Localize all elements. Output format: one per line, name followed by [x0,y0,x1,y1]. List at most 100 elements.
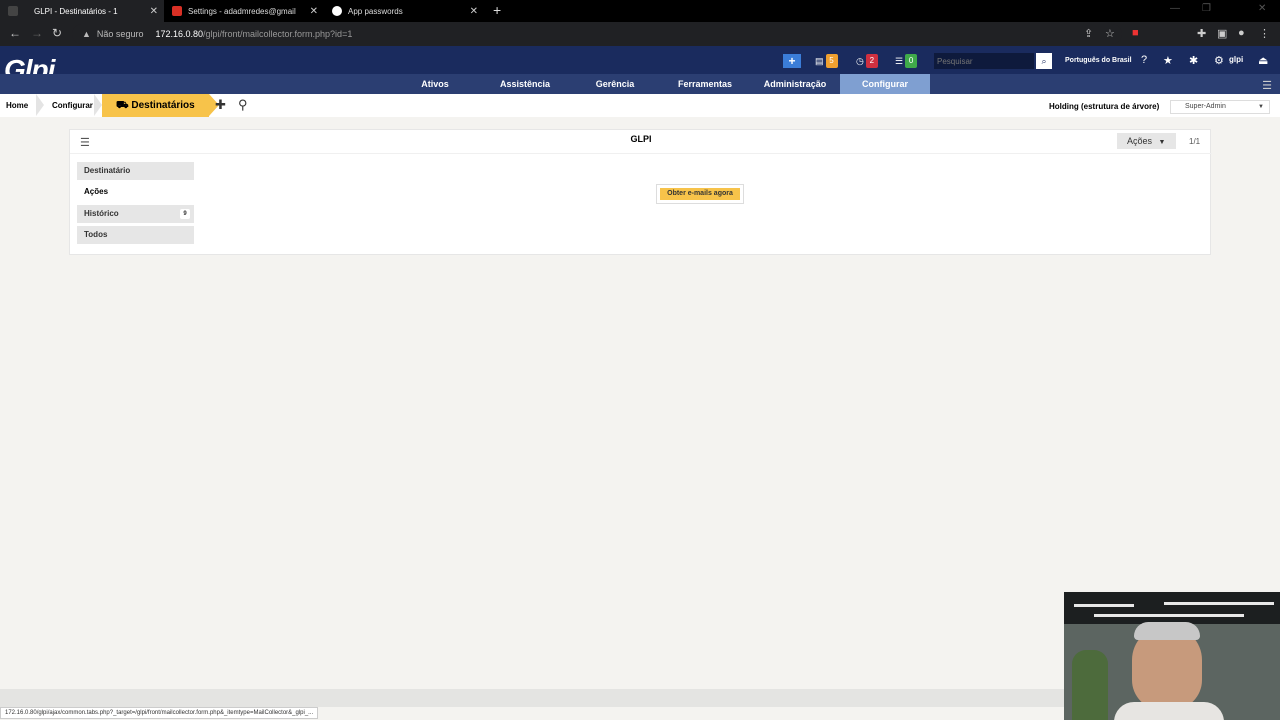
url-field[interactable]: ▲ Não seguro 172.16.0.80 /glpi/front/mai… [72,24,1122,44]
search-input[interactable] [934,53,1034,69]
tab-historico[interactable]: Histórico 9 [77,205,194,223]
webcam-overlay [1064,592,1280,720]
help-icon[interactable]: ? [1141,54,1147,66]
count-badge: 9 [180,209,190,219]
breadcrumb-home[interactable]: Home [6,94,28,117]
profile-avatar[interactable]: ● [1238,27,1245,39]
menu-gerencia[interactable]: Gerência [580,74,650,94]
webcam-presenter-shirt [1114,702,1224,720]
gmail-favicon-icon [172,6,182,16]
list-icon: ☰ [895,55,904,66]
menu-ferramentas[interactable]: Ferramentas [670,74,740,94]
url-host: 172.16.0.80 [155,29,203,39]
url-path: /glpi/front/mailcollector.form.php?id=1 [203,29,353,39]
item-panel: ☰ GLPI Ações ▼ 1/1 Destinatário Ações Hi… [69,129,1212,255]
panel-header: ☰ GLPI Ações ▼ 1/1 [70,130,1212,154]
close-icon[interactable]: ✕ [310,6,318,17]
reload-icon[interactable]: ↻ [52,26,62,40]
page-title: GLPI [630,134,652,144]
breadcrumb-separator [94,94,102,116]
actions-button[interactable]: Ações ▼ [1117,133,1176,149]
favorites-star-icon[interactable]: ★ [1163,54,1173,67]
close-icon[interactable]: ✕ [150,6,158,17]
badge-group-2[interactable]: ◷ 2 [856,53,878,69]
fetch-emails-button[interactable]: Obter e-mails agora [656,184,744,204]
count-badge: 0 [905,54,918,68]
tab-title: App passwords [348,6,403,16]
webcam-ceiling [1064,592,1280,624]
bookmark-star-icon[interactable]: ☆ [1105,27,1115,40]
browser-tab-bar: GLPI - Destinatários - 1 ✕ Settings - ad… [0,0,1280,22]
folder-icon: ▤ [815,55,824,66]
new-tab-icon[interactable]: + [493,2,501,18]
close-icon[interactable]: ✕ [470,6,478,17]
tab-app-passwords[interactable]: App passwords ✕ [324,0,484,22]
menu-configurar[interactable]: Configurar [840,74,930,94]
hamburger-icon[interactable]: ☰ [1262,79,1272,92]
bug-icon[interactable]: ✱ [1189,54,1198,67]
user-name[interactable]: glpi [1229,55,1243,64]
search-icon[interactable]: ⌕ [1036,53,1052,69]
tab-label: Destinatário [84,166,131,175]
menu-administracao[interactable]: Administração [760,74,830,94]
inbox-icon: ⛟ [116,100,132,111]
status-bar-url: 172.16.0.80/glpi/ajax/common.tabs.php?_t… [0,707,319,719]
webcam-light [1074,604,1134,607]
breadcrumb-separator [36,94,44,116]
footer-bar [0,689,1064,707]
share-icon[interactable]: ⇪ [1084,27,1093,40]
tab-label: Ações [84,187,109,196]
tab-acoes[interactable]: Ações [77,183,194,201]
breadcrumb-current[interactable]: ⛟ Destinatários [102,94,219,117]
search-icon[interactable]: ⚲ [238,97,248,113]
count-badge: 2 [865,54,878,68]
gear-icon[interactable]: ⚙ [1214,54,1224,67]
profile-value: Super-Admin [1185,103,1226,110]
google-favicon-icon [332,6,342,16]
tab-destinatario[interactable]: Destinatário [77,162,194,180]
extension-icon[interactable]: ■ [1132,27,1139,39]
header-shortcuts: + [783,53,801,69]
add-icon[interactable]: ✚ [215,97,226,113]
chevron-down-icon: ▼ [1158,139,1166,146]
minimize-icon[interactable]: — [1170,3,1180,14]
webcam-light [1094,614,1244,617]
menu-assistencia[interactable]: Assistência [490,74,560,94]
entity-selector[interactable]: Holding (estrutura de árvore) [1049,102,1159,111]
window-close-icon[interactable]: ✕ [1258,3,1266,14]
actions-label: Ações [1127,136,1153,146]
profile-select[interactable]: Super-Admin ▼ [1170,100,1270,114]
language-selector[interactable]: Português do Brasil [1065,57,1132,64]
tab-glpi[interactable]: GLPI - Destinatários - 1 ✕ [0,0,164,22]
warning-icon: ▲ [82,29,91,39]
logout-icon[interactable]: ⏏ [1258,54,1268,67]
breadcrumb-configurar[interactable]: Configurar [52,94,93,117]
clock-icon: ◷ [856,55,864,66]
menu-ativos[interactable]: Ativos [400,74,470,94]
webcam-plant [1072,650,1108,720]
fetch-emails-label: Obter e-mails agora [660,188,740,200]
tab-settings[interactable]: Settings - adadmredes@gmail ✕ [164,0,324,22]
back-icon[interactable]: ← [9,26,21,40]
sidebar-icon[interactable]: ▣ [1217,27,1227,40]
extensions-puzzle-icon[interactable]: ✚ [1197,27,1206,40]
tab-title: GLPI - Destinatários - 1 [34,6,118,16]
count-badge: 5 [825,54,838,68]
add-icon[interactable]: + [783,54,801,68]
tab-title: Settings - adadmredes@gmail [188,6,296,16]
breadcrumb: Home Configurar ⛟ Destinatários ✚ ⚲ Hold… [0,94,1280,117]
breadcrumb-current-label: Destinatários [131,100,195,111]
tab-todos[interactable]: Todos [77,226,194,244]
address-bar: ← → ↻ ▲ Não seguro 172.16.0.80 /glpi/fro… [0,22,1280,46]
maximize-icon[interactable]: ❐ [1202,3,1211,14]
badge-group-3[interactable]: ☰ 0 [895,53,918,69]
webcam-light [1164,602,1274,605]
glpi-favicon-icon [8,6,18,16]
pager: 1/1 [1189,137,1201,146]
forward-icon[interactable]: → [31,26,43,40]
tab-label: Todos [84,230,108,239]
main-menu: Ativos Assistência Gerência Ferramentas … [0,74,1280,94]
chevron-down-icon: ▼ [1258,104,1264,110]
badge-group-1[interactable]: ▤ 5 [815,53,838,69]
browser-menu-icon[interactable]: ⋮ [1259,27,1270,40]
